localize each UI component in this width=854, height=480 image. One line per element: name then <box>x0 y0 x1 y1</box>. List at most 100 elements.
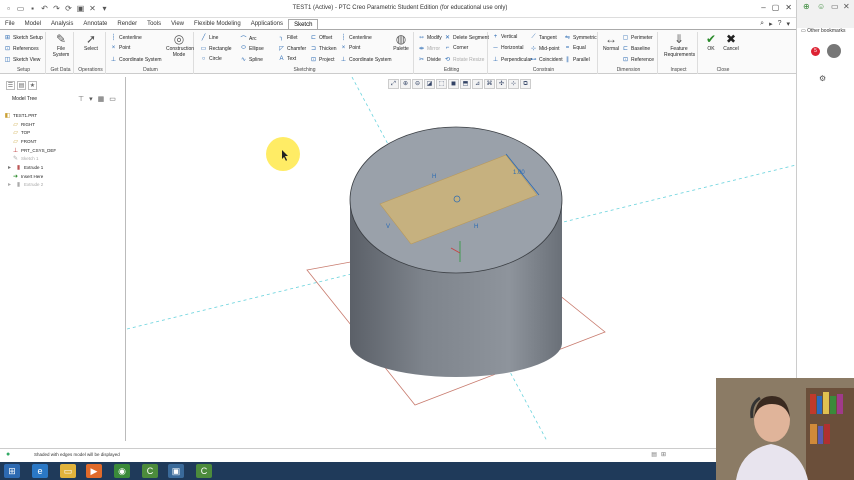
tab-sketch[interactable]: Sketch <box>288 19 319 29</box>
favorites-tab-icon[interactable]: ★ <box>28 81 37 90</box>
maximize-icon[interactable]: ▢ <box>772 3 780 13</box>
model-tree-tab-icon[interactable]: ☰ <box>6 81 15 90</box>
equal-button[interactable]: = Equal <box>564 45 586 51</box>
creo-parametric-icon[interactable]: C <box>196 464 212 478</box>
view-manager-icon[interactable]: ⬒ <box>460 79 471 89</box>
saved-orientations-icon[interactable]: ⬚ <box>436 79 447 89</box>
tree-item-top[interactable]: ▱ TOP <box>4 128 56 137</box>
sketcher-display-icon[interactable]: ⊹ <box>508 79 519 89</box>
rotate-resize-button[interactable]: ⟲ Rotate Resize <box>444 56 484 64</box>
corner-button[interactable]: ⌐ Corner <box>444 45 469 51</box>
horizontal-button[interactable]: ─ Horizontal <box>492 45 523 51</box>
reference-button[interactable]: ⊡ Reference <box>622 56 654 64</box>
repaint-icon[interactable]: ◪ <box>424 79 435 89</box>
selection-filter-icon[interactable]: ▤ <box>651 451 657 458</box>
tab-analysis[interactable]: Analysis <box>46 19 78 29</box>
open-folder-icon[interactable]: ▭ <box>16 4 25 13</box>
symmetric-button[interactable]: ⇋ Symmetric <box>564 34 597 42</box>
settings-gear-icon[interactable]: ⚙ <box>819 74 826 83</box>
zoom-out-icon[interactable]: ⊖ <box>412 79 423 89</box>
close-icon[interactable]: ✕ <box>843 2 850 11</box>
thicken-button[interactable]: ⊐ Thicken <box>310 45 337 53</box>
close-icon[interactable]: ✕ <box>785 3 792 13</box>
tangent-button[interactable]: ⟋ Tangent <box>530 34 556 41</box>
file-explorer-icon[interactable]: ▭ <box>60 464 76 478</box>
display-style-icon[interactable]: ◼ <box>448 79 459 89</box>
coincident-button[interactable]: ⊷ Coincident <box>530 56 563 64</box>
tree-filter-icon[interactable]: ⊤ <box>78 95 84 103</box>
media-player-icon[interactable]: ▶ <box>86 464 102 478</box>
tab-tools[interactable]: Tools <box>142 19 166 29</box>
zoom-in-icon[interactable]: ⊕ <box>400 79 411 89</box>
tree-settings-icon[interactable]: ▾ <box>89 95 93 103</box>
customize-dropdown-icon[interactable]: ▾ <box>100 4 109 13</box>
model-view-svg[interactable]: 1.00 H H V <box>126 76 796 442</box>
mirror-button[interactable]: ⇹ Mirror <box>418 45 440 53</box>
avatar[interactable] <box>827 44 841 58</box>
tree-collapse-icon[interactable]: ▭ <box>109 95 116 103</box>
sketch-view-button[interactable]: ◫ Sketch View <box>4 56 41 64</box>
tab-flexible-modeling[interactable]: Flexible Modeling <box>189 19 246 29</box>
chrome-icon[interactable]: ◉ <box>114 464 130 478</box>
expand-icon[interactable]: ▸ <box>769 20 773 28</box>
internet-explorer-icon[interactable]: e <box>32 464 48 478</box>
expand-arrow-icon[interactable]: ▸ <box>6 181 13 188</box>
dimension-value[interactable]: 1.00 <box>513 170 525 176</box>
sketch-view-icon[interactable]: ⧉ <box>520 79 531 89</box>
select-button[interactable]: ➚ Select <box>80 32 102 52</box>
tree-item-csys[interactable]: ⊥ PRT_CSYS_DEF <box>4 146 56 155</box>
regenerate-icon[interactable]: ⟳ <box>64 4 73 13</box>
file-system-button[interactable]: ✎ File System <box>50 32 72 58</box>
search-icon[interactable]: ⌕ <box>760 20 764 28</box>
circle-button[interactable]: ○ Circle <box>200 56 222 62</box>
annotation-display-icon[interactable]: ⌘ <box>484 79 495 89</box>
parallel-button[interactable]: ∥ Parallel <box>564 56 590 64</box>
refit-icon[interactable]: ⤢ <box>388 79 399 89</box>
vertical-button[interactable]: + Vertical <box>492 34 518 40</box>
sketch-point-button[interactable]: × Point <box>340 45 361 51</box>
minimize-icon[interactable]: – <box>761 3 765 13</box>
tree-item-extrude-1[interactable]: ▸ ▮ Extrude 1 <box>4 163 56 172</box>
cancel-button[interactable]: ✖ Cancel <box>720 32 742 52</box>
window-app-icon[interactable]: ▣ <box>168 464 184 478</box>
expand-arrow-icon[interactable]: ▸ <box>6 164 13 171</box>
spin-center-icon[interactable]: ✣ <box>496 79 507 89</box>
dropdown-icon[interactable]: ▾ <box>786 20 790 28</box>
smart-filter-icon[interactable]: ⊞ <box>661 451 666 458</box>
tab-annotate[interactable]: Annotate <box>78 19 112 29</box>
ellipse-button[interactable]: ⬭ Ellipse <box>240 45 264 52</box>
chamfer-button[interactable]: ◸ Chamfer <box>278 45 306 53</box>
perimeter-button[interactable]: ▢ Perimeter <box>622 34 653 42</box>
palette-button[interactable]: ◍ Palette <box>390 32 412 52</box>
offset-button[interactable]: ⊏ Offset <box>310 34 332 42</box>
datum-centerline-button[interactable]: ┆ Centerline <box>110 34 142 42</box>
save-icon[interactable]: ▪ <box>28 4 37 13</box>
delete-segment-button[interactable]: ✕ Delete Segment <box>444 34 489 42</box>
mid-point-button[interactable]: ⊹ Mid-point <box>530 45 560 53</box>
project-button[interactable]: ⊡ Project <box>310 56 335 64</box>
normal-dimension-button[interactable]: ↔ Normal <box>600 32 622 52</box>
creo-app-icon[interactable]: C <box>142 464 158 478</box>
extension-icon[interactable]: ⊕ <box>803 2 810 11</box>
perpendicular-button[interactable]: ⊥ Perpendicular <box>492 56 532 64</box>
rectangle-button[interactable]: ▭ Rectangle <box>200 45 232 53</box>
extension-icon[interactable]: ☺ <box>817 2 825 11</box>
arc-button[interactable]: ⌒ Arc <box>240 34 256 44</box>
other-bookmarks[interactable]: ▭ Other bookmarks <box>801 28 845 34</box>
folder-browser-tab-icon[interactable]: ▤ <box>17 81 26 90</box>
tree-item-extrude-2[interactable]: ▸ ▮ Extrude 2 <box>4 181 56 190</box>
line-button[interactable]: ╱ Line <box>200 34 219 42</box>
sketch-csys-button[interactable]: ⊥ Coordinate System <box>340 56 392 64</box>
windows-start-icon[interactable]: ⊞ <box>4 464 20 478</box>
help-icon[interactable]: ? <box>778 20 782 28</box>
baseline-button[interactable]: ⊏ Baseline <box>622 45 650 53</box>
tree-item-insert-here[interactable]: ➜ Insert Here <box>4 172 56 181</box>
feature-requirements-button[interactable]: ⇓ Feature Requirements <box>664 32 695 58</box>
tab-view[interactable]: View <box>166 19 189 29</box>
ok-button[interactable]: ✔ OK <box>700 32 722 52</box>
tab-applications[interactable]: Applications <box>246 19 288 29</box>
tree-item-part[interactable]: ◧ TEST1.PRT <box>4 111 56 120</box>
tree-item-sketch[interactable]: ✎ Sketch 1 <box>4 154 56 163</box>
tree-show-icon[interactable]: ▦ <box>98 95 105 103</box>
tree-item-right[interactable]: ▱ RIGHT <box>4 120 56 129</box>
